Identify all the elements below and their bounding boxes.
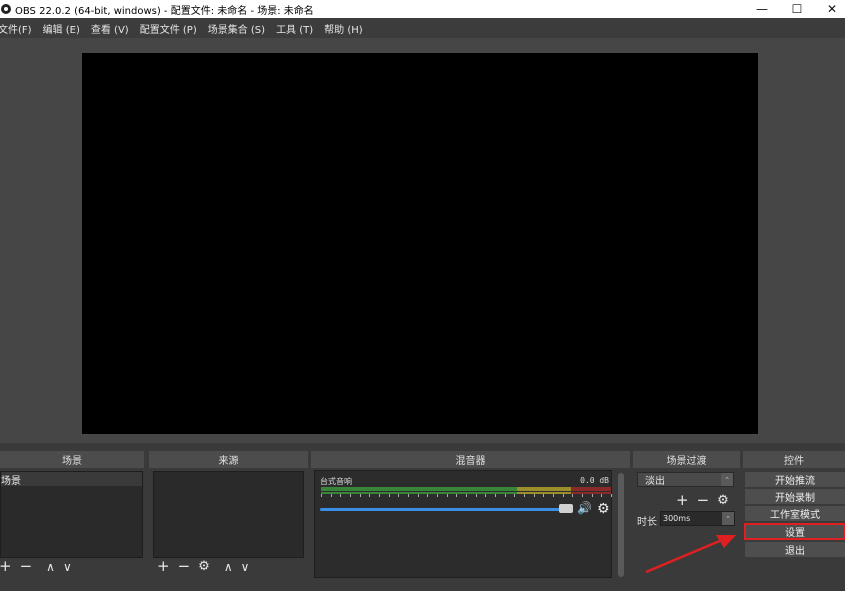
studio-mode-button[interactable]: 工作室模式 [745,506,845,521]
mixer-panel: 台式音响 0.0 dB 🔊 ⚙ [314,470,612,578]
transition-select-spin-icon[interactable]: ⌃ [721,473,733,486]
volume-slider-handle[interactable] [559,504,573,513]
duration-input[interactable]: 300ms ⌃ [660,511,735,526]
meter-tick [504,494,506,497]
meter-tick [398,494,400,497]
meter-tick [601,494,603,497]
meter-tick [543,494,545,497]
meter-tick [321,494,322,497]
meter-tick [495,494,496,497]
meter-tick [408,494,409,497]
duration-value: 300ms [663,514,691,523]
sources-list[interactable] [153,471,304,558]
annotation-arrow-shaft [645,538,723,574]
mixer-gear-icon[interactable]: ⚙ [597,501,610,517]
move-down-icon[interactable]: ∨ [63,561,72,573]
duration-label: 时长 [637,517,657,528]
menu-tools[interactable]: 工具 (T) [276,21,313,36]
start-streaming-button[interactable]: 开始推流 [745,472,845,487]
transition-selected-value: 淡出 [645,476,665,487]
source-move-down-icon[interactable]: ∨ [241,561,250,573]
meter-tick [330,494,332,497]
start-recording-button[interactable]: 开始录制 [745,489,845,504]
preview-canvas[interactable] [82,53,758,434]
volume-slider-track[interactable] [320,508,566,511]
meter-tick [417,494,419,497]
mixer-dock-header: 混音器 [311,451,630,468]
transitions-dock-header: 场景过渡 [633,451,740,468]
duration-spin-icon[interactable]: ⌃ [722,512,734,525]
menu-profile[interactable]: 配置文件 (P) [140,21,197,36]
meter-tick [437,494,438,497]
meter-tick [388,494,390,497]
transition-gear-icon[interactable]: ⚙ [717,493,729,508]
volume-meter [321,487,611,491]
remove-transition-icon[interactable]: − [697,491,710,509]
meter-tick [582,494,583,497]
meter-tick [524,494,525,497]
scenes-toolbar: + − ∧ ∨ [0,559,72,574]
scenes-dock-header: 场景 [0,451,144,468]
transition-toolbar: + − ⚙ [676,491,729,509]
minimize-icon[interactable]: — [745,0,779,18]
add-source-icon[interactable]: + [157,559,170,574]
obs-logo-icon [1,4,11,14]
meter-tick [446,494,448,497]
scene-item[interactable]: 场景 [1,472,142,487]
title-bar: OBS 22.0.2 (64-bit, windows) - 配置文件: 未命名… [0,0,845,18]
meter-tick [533,494,535,497]
speaker-icon[interactable]: 🔊 [577,501,592,515]
mixer-scrollbar[interactable] [618,473,624,577]
controls-dock-header: 控件 [743,451,845,468]
settings-button[interactable]: 设置 [744,523,845,540]
sources-toolbar: + − ⚙ ∧ ∨ [157,559,249,574]
menu-scene-collection[interactable]: 场景集合 (S) [208,21,265,36]
meter-tick [350,494,351,497]
meter-tick [340,494,342,497]
meter-tick [591,494,593,497]
preview-area [0,38,845,443]
remove-source-icon[interactable]: − [178,559,191,574]
close-icon[interactable]: ✕ [815,0,845,18]
meter-ticks [321,494,612,500]
exit-button[interactable]: 退出 [745,542,845,557]
meter-tick [553,494,554,497]
meter-tick [359,494,361,497]
menu-help[interactable]: 帮助 (H) [324,21,363,36]
mixer-channel-name: 台式音响 [320,477,352,486]
splitter[interactable] [0,443,845,450]
status-bar [0,581,845,591]
menu-view[interactable]: 查看 (V) [91,21,129,36]
sources-dock-header: 来源 [149,451,308,468]
menu-file[interactable]: 文件(F) [0,21,32,36]
mixer-db-readout: 0.0 dB [580,476,609,485]
meter-tick [427,494,429,497]
move-up-icon[interactable]: ∧ [46,561,55,573]
meter-tick [562,494,564,497]
annotation-arrow-head [716,535,736,548]
menu-bar: 文件(F) 编辑 (E) 查看 (V) 配置文件 (P) 场景集合 (S) 工具… [0,18,845,38]
meter-tick [485,494,487,497]
scenes-list[interactable]: 场景 [0,471,143,558]
source-move-up-icon[interactable]: ∧ [224,561,233,573]
source-properties-gear-icon[interactable]: ⚙ [198,560,210,573]
meter-tick [514,494,516,497]
meter-tick [369,494,371,497]
meter-tick [572,494,574,497]
meter-tick [475,494,477,497]
add-transition-icon[interactable]: + [676,491,689,509]
meter-tick [611,494,612,497]
meter-tick [466,494,467,497]
remove-scene-icon[interactable]: − [20,559,33,574]
meter-tick [379,494,380,497]
menu-edit[interactable]: 编辑 (E) [43,21,80,36]
meter-tick [456,494,458,497]
add-scene-icon[interactable]: + [0,559,12,574]
window-title: OBS 22.0.2 (64-bit, windows) - 配置文件: 未命名… [15,5,314,17]
transition-select[interactable]: 淡出 ⌃ [637,472,734,487]
maximize-icon[interactable]: ☐ [780,0,814,18]
